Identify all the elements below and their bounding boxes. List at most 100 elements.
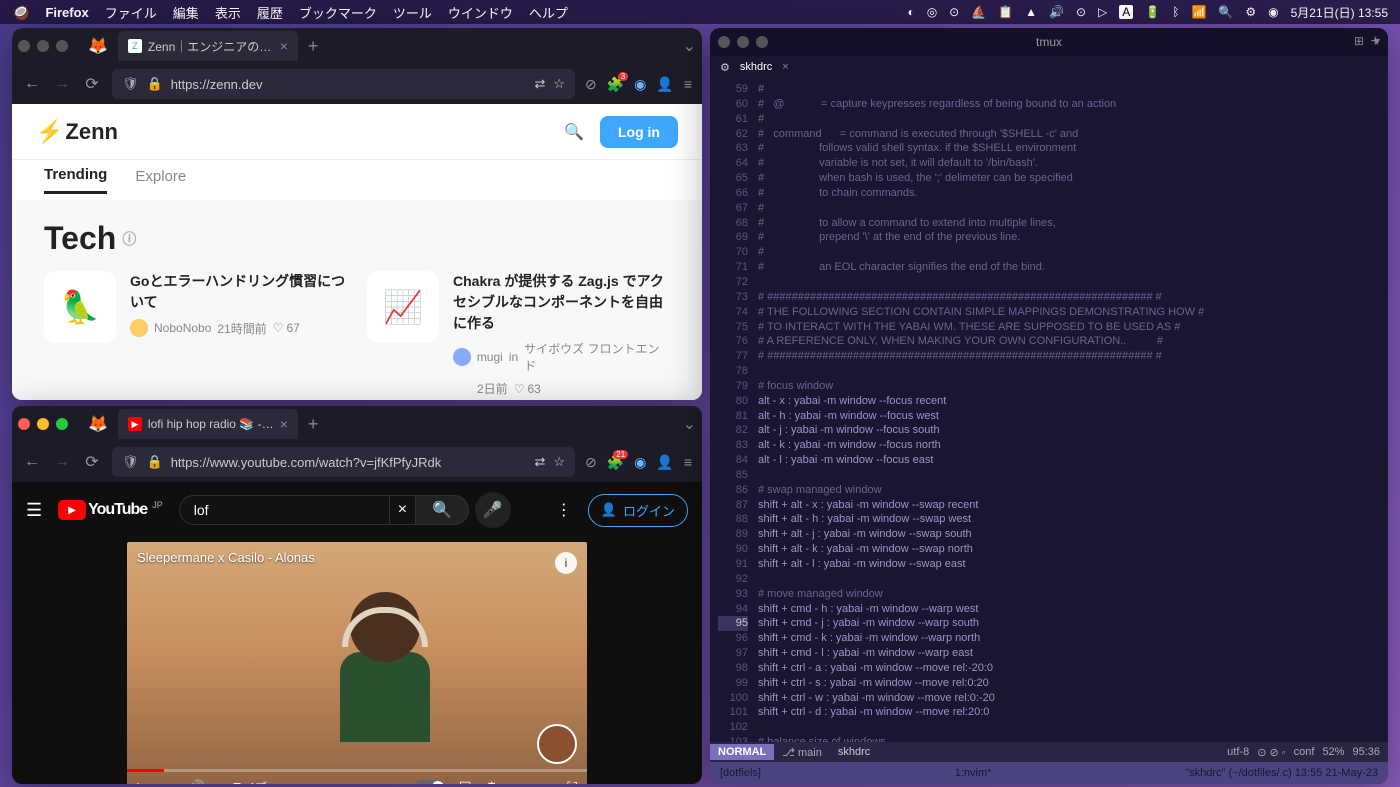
split-icon[interactable]: ⊞ — [1354, 34, 1364, 48]
back-button[interactable]: ← — [22, 75, 42, 93]
close-button[interactable] — [718, 36, 730, 48]
editor-tab[interactable]: ⚙ skhdrc × — [710, 56, 1388, 78]
article-card[interactable]: 🦜 Goとエラーハンドリング慣習について NoboNobo 21時間前 ♡67 — [44, 271, 347, 397]
info-icon[interactable]: i — [555, 552, 577, 574]
reload-button[interactable]: ⟳ — [82, 74, 102, 94]
bluetooth-icon[interactable]: ᛒ — [1172, 5, 1179, 19]
translate-icon[interactable]: ⇄ — [534, 454, 545, 470]
browser-tab[interactable]: ▶ lofi hip hop radio 📚 - beats to × — [118, 409, 298, 439]
status-icon[interactable]: ▷ — [1098, 5, 1107, 19]
wifi-icon[interactable]: 📶 — [1191, 5, 1206, 19]
terminal-menu-icon[interactable]: ▾ — [1374, 34, 1380, 48]
tracking-icon[interactable]: ⊘ — [585, 454, 597, 471]
apple-menu-icon[interactable]: 🥥 — [12, 4, 29, 21]
search-icon[interactable]: 🔍 — [564, 122, 584, 142]
address-bar[interactable]: 🛡 🔒 https://zenn.dev ⇄ ☆ — [112, 69, 575, 99]
battery-icon[interactable]: 🔋 — [1145, 5, 1160, 19]
status-icon[interactable]: ▲ — [1025, 5, 1037, 19]
menu-view[interactable]: 表示 — [215, 3, 241, 22]
maximize-button[interactable] — [56, 418, 68, 430]
editor-content[interactable]: 59#60# @ = capture keypresses regardless… — [710, 78, 1388, 784]
menu-history[interactable]: 履歴 — [257, 3, 283, 22]
clear-search-icon[interactable]: × — [390, 495, 416, 525]
siri-icon[interactable]: ◉ — [1268, 5, 1278, 19]
forward-button[interactable]: → — [52, 453, 72, 471]
settings-icon[interactable]: ⚙ — [485, 779, 498, 785]
menu-bookmarks[interactable]: ブックマーク — [299, 3, 377, 22]
menu-icon[interactable]: ≡ — [684, 454, 692, 470]
extension-icon[interactable]: 🧩21 — [607, 454, 624, 471]
account-icon[interactable]: 👤 — [656, 76, 673, 93]
status-icon[interactable]: 📋 — [998, 5, 1013, 19]
app-name[interactable]: Firefox — [45, 5, 88, 20]
status-icon[interactable]: ◐ — [907, 5, 914, 19]
extension-icon[interactable]: ◉ — [634, 454, 646, 471]
extension-icon[interactable]: 🧩3 — [607, 76, 624, 93]
status-icon[interactable]: ⊙ — [1076, 5, 1086, 19]
close-button[interactable] — [18, 40, 30, 52]
hamburger-menu-icon[interactable]: ☰ — [26, 500, 42, 521]
minimize-button[interactable] — [737, 36, 749, 48]
article-card[interactable]: 📈 Chakra が提供する Zag.js でアクセシブルなコンポーネントを自由… — [367, 271, 670, 397]
volume-icon[interactable]: 🔊 — [188, 779, 205, 785]
login-button[interactable]: Log in — [600, 116, 678, 148]
captions-icon[interactable]: ☐ — [459, 779, 472, 785]
menu-file[interactable]: ファイル — [105, 3, 157, 22]
bookmark-star-icon[interactable]: ☆ — [553, 454, 565, 470]
fullscreen-icon[interactable]: ⛶ — [567, 779, 577, 785]
nav-trending[interactable]: Trending — [44, 166, 107, 194]
new-tab-button[interactable]: + — [298, 414, 329, 435]
minimize-button[interactable] — [37, 418, 49, 430]
tab-dropdown-icon[interactable]: ⌄ — [683, 414, 696, 434]
youtube-logo[interactable]: ▶ YouTube JP — [58, 500, 163, 520]
control-center-icon[interactable]: ⚙ — [1245, 5, 1256, 19]
bookmark-star-icon[interactable]: ☆ — [553, 76, 565, 92]
voice-search-icon[interactable]: 🎤 — [475, 492, 511, 528]
search-input[interactable] — [179, 495, 390, 525]
channel-avatar[interactable] — [537, 724, 577, 764]
back-button[interactable]: ← — [22, 453, 42, 471]
address-bar[interactable]: 🛡 🔒 https://www.youtube.com/watch?v=jfKf… — [112, 447, 575, 477]
close-tab-icon[interactable]: × — [280, 38, 288, 54]
next-button[interactable]: ⏭ — [162, 779, 175, 785]
minimize-button[interactable] — [37, 40, 49, 52]
close-button[interactable] — [18, 418, 30, 430]
input-source-icon[interactable]: A — [1119, 5, 1133, 19]
volume-icon[interactable]: 🔊 — [1049, 5, 1064, 19]
autoplay-toggle[interactable] — [415, 780, 445, 784]
clock[interactable]: 5月21日(日) 13:55 — [1291, 4, 1388, 21]
menu-icon[interactable]: ≡ — [684, 76, 692, 92]
browser-tab[interactable]: Z Zenn｜エンジニアのための情報... × — [118, 31, 298, 61]
close-tab-icon[interactable]: × — [280, 416, 288, 432]
more-icon[interactable]: ⋮ — [556, 500, 572, 520]
maximize-button[interactable] — [56, 40, 68, 52]
tracking-icon[interactable]: ⊘ — [585, 76, 597, 93]
forward-button[interactable]: → — [52, 75, 72, 93]
menu-edit[interactable]: 編集 — [173, 3, 199, 22]
video-player[interactable]: Sleepermane x Casilo - Alonas i ▶ ⏭ 🔊 ライ… — [127, 542, 587, 784]
zenn-logo[interactable]: ⚡ Zenn — [36, 119, 118, 145]
live-indicator[interactable]: ライブ — [220, 779, 267, 785]
miniplayer-icon[interactable]: ▭ — [512, 779, 525, 785]
status-icon[interactable]: ◎ — [927, 5, 937, 19]
search-icon[interactable]: 🔍 — [1218, 5, 1233, 19]
info-icon[interactable]: ⓘ — [122, 229, 136, 249]
signin-button[interactable]: 👤 ログイン — [588, 494, 688, 527]
tab-dropdown-icon[interactable]: ⌄ — [683, 36, 696, 56]
extension-icon[interactable]: ◉ — [634, 76, 646, 93]
status-icon[interactable]: ⛵ — [971, 5, 986, 19]
search-button[interactable]: 🔍 — [416, 495, 469, 525]
theater-icon[interactable]: ▬ — [539, 779, 553, 784]
menu-tools[interactable]: ツール — [393, 3, 432, 22]
menu-window[interactable]: ウインドウ — [448, 3, 513, 22]
new-tab-button[interactable]: + — [298, 36, 329, 57]
translate-icon[interactable]: ⇄ — [534, 76, 545, 92]
close-file-icon[interactable]: × — [782, 61, 788, 73]
status-icon[interactable]: ⊙ — [949, 5, 959, 19]
maximize-button[interactable] — [756, 36, 768, 48]
reload-button[interactable]: ⟳ — [82, 452, 102, 472]
nav-explore[interactable]: Explore — [135, 168, 186, 193]
menu-help[interactable]: ヘルプ — [529, 3, 568, 22]
play-button[interactable]: ▶ — [137, 779, 148, 785]
account-icon[interactable]: 👤 — [656, 454, 673, 471]
